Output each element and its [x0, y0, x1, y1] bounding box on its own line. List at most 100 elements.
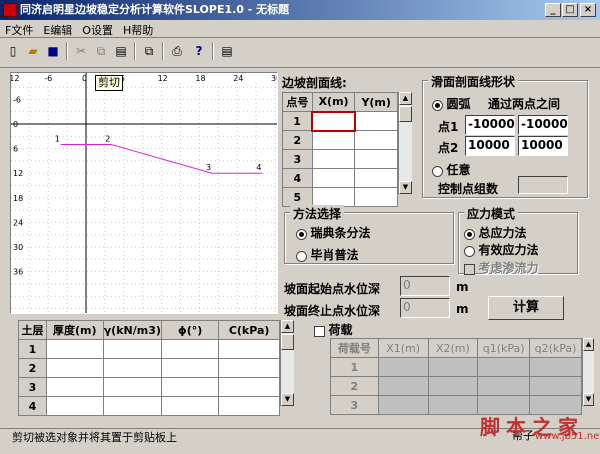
- control-points-input[interactable]: [518, 176, 568, 194]
- new-file-icon[interactable]: ▯: [4, 42, 22, 60]
- bishop-radio[interactable]: [296, 250, 307, 262]
- table-cell[interactable]: [218, 339, 280, 359]
- seepage-checkbox[interactable]: [464, 263, 475, 275]
- col-x2: X2(m): [427, 338, 479, 358]
- row-header: 3: [18, 377, 47, 397]
- point1-x-input[interactable]: -10000: [465, 115, 515, 135]
- col-x: X(m): [311, 92, 356, 112]
- col-friction-angle: ϕ(°): [160, 320, 220, 340]
- scroll-down-icon[interactable]: ▼: [583, 393, 594, 406]
- load-checkbox[interactable]: [314, 325, 325, 337]
- method-group-title: 方法选择: [290, 205, 345, 222]
- table-cell[interactable]: [427, 357, 479, 377]
- table-cell[interactable]: [311, 168, 356, 188]
- minimize-button[interactable]: _: [545, 3, 561, 17]
- calculate-button[interactable]: 计算: [488, 296, 564, 320]
- start-water-input[interactable]: 0: [400, 276, 450, 296]
- paste-icon[interactable]: ▤: [112, 42, 130, 60]
- maximize-button[interactable]: □: [562, 3, 578, 17]
- scroll-thumb[interactable]: [399, 106, 412, 122]
- table-cell[interactable]: [160, 396, 220, 416]
- row-header: 3: [330, 395, 379, 415]
- table-cell[interactable]: [311, 110, 356, 132]
- row-header: 3: [282, 149, 313, 169]
- arc-radio[interactable]: [432, 99, 443, 111]
- slope-table-scrollbar[interactable]: ▲ ▼: [398, 92, 412, 194]
- copy-icon[interactable]: ⧉: [92, 42, 110, 60]
- table-cell[interactable]: [354, 187, 398, 207]
- any-radio[interactable]: [432, 165, 443, 177]
- point1-label: 点1: [438, 120, 459, 134]
- y-tick-label: 36: [13, 268, 23, 277]
- soil-table-scrollbar[interactable]: ▲ ▼: [280, 320, 294, 406]
- save-icon[interactable]: ■: [44, 42, 62, 60]
- table-cell[interactable]: [377, 376, 429, 396]
- scroll-up-icon[interactable]: ▲: [583, 338, 594, 351]
- scroll-down-icon[interactable]: ▼: [281, 393, 294, 406]
- menu-help[interactable]: H帮助: [118, 20, 158, 40]
- total-stress-radio[interactable]: [464, 228, 475, 240]
- table-cell[interactable]: [160, 377, 220, 397]
- plot-area: -12-6061218243036-60612182430361234: [6, 72, 333, 314]
- point-label: 4: [256, 163, 261, 172]
- table-cell[interactable]: [354, 111, 398, 131]
- scroll-up-icon[interactable]: ▲: [399, 92, 412, 105]
- table-cell[interactable]: [377, 395, 429, 415]
- table-cell[interactable]: [102, 339, 162, 359]
- print-icon[interactable]: ⎙: [168, 42, 186, 60]
- scroll-thumb[interactable]: [281, 334, 294, 350]
- table-cell[interactable]: [160, 358, 220, 378]
- effective-stress-radio[interactable]: [464, 245, 475, 257]
- menu-settings[interactable]: O设置: [77, 20, 118, 40]
- table-cell[interactable]: [427, 395, 479, 415]
- y-tick-label: 6: [13, 145, 18, 154]
- table-cell[interactable]: [529, 357, 582, 377]
- table-cell[interactable]: [354, 130, 398, 150]
- table-cell[interactable]: [160, 339, 220, 359]
- table-cell[interactable]: [218, 377, 280, 397]
- cut-icon[interactable]: ✂: [72, 42, 90, 60]
- table-cell[interactable]: [354, 149, 398, 169]
- point2-x-input[interactable]: 10000: [465, 136, 515, 156]
- load-table-scrollbar[interactable]: ▲ ▼: [582, 338, 594, 406]
- row-header: 1: [18, 339, 47, 359]
- table-cell[interactable]: [45, 396, 104, 416]
- watermark-url: www.jb51.net: [535, 431, 600, 442]
- table-cell[interactable]: [427, 376, 479, 396]
- table-cell[interactable]: [477, 376, 531, 396]
- table-cell[interactable]: [218, 396, 280, 416]
- effective-stress-label: 有效应力法: [478, 243, 539, 257]
- app-icon: [3, 3, 17, 17]
- col-q2: q2(kPa): [529, 338, 582, 358]
- table-cell[interactable]: [102, 358, 162, 378]
- table-cell[interactable]: [477, 357, 531, 377]
- swedish-radio[interactable]: [296, 228, 307, 240]
- end-water-input[interactable]: 0: [400, 298, 450, 318]
- table-cell[interactable]: [377, 357, 429, 377]
- copy-image-icon[interactable]: ⧉: [140, 42, 158, 60]
- table-cell[interactable]: [218, 358, 280, 378]
- point1-y-input[interactable]: -10000: [518, 115, 568, 135]
- x-tick-label: 30: [271, 74, 277, 83]
- point2-y-input[interactable]: 10000: [518, 136, 568, 156]
- menu-edit[interactable]: E编辑: [38, 20, 77, 40]
- menu-file[interactable]: F文件: [0, 20, 38, 40]
- close-button[interactable]: ×: [580, 3, 596, 17]
- table-cell[interactable]: [45, 377, 104, 397]
- x-tick-label: 12: [158, 74, 168, 83]
- table-cell[interactable]: [311, 130, 356, 150]
- x-tick-label: 18: [195, 74, 205, 83]
- scroll-up-icon[interactable]: ▲: [281, 320, 294, 333]
- about-icon[interactable]: ▤: [218, 42, 236, 60]
- open-folder-icon[interactable]: ▰: [24, 42, 42, 60]
- table-cell[interactable]: [45, 339, 104, 359]
- table-cell[interactable]: [102, 377, 162, 397]
- scroll-down-icon[interactable]: ▼: [399, 181, 412, 194]
- table-cell[interactable]: [102, 396, 162, 416]
- table-cell[interactable]: [354, 168, 398, 188]
- table-cell[interactable]: [311, 149, 356, 169]
- help-icon[interactable]: ?: [190, 42, 208, 60]
- table-cell[interactable]: [45, 358, 104, 378]
- table-cell[interactable]: [311, 187, 356, 207]
- table-cell[interactable]: [529, 376, 582, 396]
